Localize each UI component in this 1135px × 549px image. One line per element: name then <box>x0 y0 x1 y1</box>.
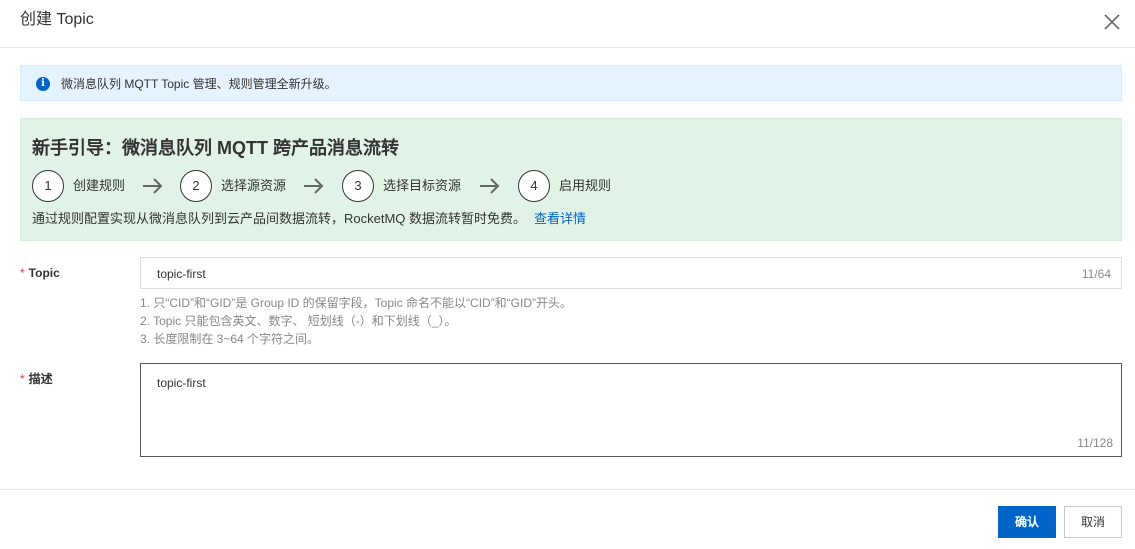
dialog-footer: 确认 取消 <box>0 489 1135 549</box>
confirm-button[interactable]: 确认 <box>998 506 1056 538</box>
required-mark: * <box>20 266 25 280</box>
guide-title: 新手引导：微消息队列 MQTT 跨产品消息流转 <box>32 138 399 158</box>
topic-hint: 1. 只“CID”和“GID”是 Group ID 的保留字段，Topic 命名… <box>140 296 573 310</box>
cancel-button[interactable]: 取消 <box>1064 506 1122 538</box>
description-label: * 描述 <box>20 371 53 387</box>
step-label: 创建规则 <box>73 178 126 193</box>
guide-description-text: 通过规则配置实现从微消息队列到云产品间数据流转，RocketMQ 数据流转暂时免… <box>32 211 527 226</box>
step-number: 4 <box>518 170 550 202</box>
info-banner-text: 微消息队列 MQTT Topic 管理、规则管理全新升级。 <box>61 77 337 91</box>
guide-description: 通过规则配置实现从微消息队列到云产品间数据流转，RocketMQ 数据流转暂时免… <box>32 210 586 228</box>
step-number: 3 <box>342 170 374 202</box>
description-label-text: 描述 <box>28 372 53 386</box>
topic-label-text: Topic <box>28 266 60 280</box>
step-number: 2 <box>180 170 212 202</box>
description-char-count: 11/128 <box>1077 436 1113 450</box>
info-banner: i 微消息队列 MQTT Topic 管理、规则管理全新升级。 <box>20 65 1122 101</box>
step-label: 选择源资源 <box>221 178 287 193</box>
topic-hints: 1. 只“CID”和“GID”是 Group ID 的保留字段，Topic 命名… <box>140 294 572 348</box>
description-textarea[interactable]: topic-first 11/128 <box>140 363 1122 457</box>
step-number: 1 <box>32 170 64 202</box>
topic-char-count: 11/64 <box>1081 267 1111 281</box>
topic-input-value: topic-first <box>157 267 206 281</box>
topic-hint: 2. Topic 只能包含英文、数字、 短划线（-）和下划线（_）。 <box>140 314 457 328</box>
close-button[interactable] <box>1101 11 1123 33</box>
step-label: 启用规则 <box>559 178 612 193</box>
dialog-title: 创建 Topic <box>20 11 94 28</box>
dialog-header: 创建 Topic <box>0 0 1135 48</box>
info-icon: i <box>36 77 50 91</box>
arrow-right-icon <box>480 178 500 194</box>
topic-input[interactable]: topic-first 11/64 <box>140 257 1122 289</box>
required-mark: * <box>20 372 25 386</box>
step-label: 选择目标资源 <box>383 178 462 193</box>
arrow-right-icon <box>143 178 163 194</box>
guide-panel: 新手引导：微消息队列 MQTT 跨产品消息流转 1 创建规则 2 选择源资源 3… <box>20 118 1122 241</box>
topic-label: * Topic <box>20 265 60 281</box>
topic-hint: 3. 长度限制在 3~64 个字符之间。 <box>140 332 320 346</box>
close-icon <box>1104 14 1120 30</box>
create-topic-dialog: 创建 Topic i 微消息队列 MQTT Topic 管理、规则管理全新升级。… <box>0 0 1135 549</box>
arrow-right-icon <box>304 178 324 194</box>
description-value: topic-first <box>157 376 206 390</box>
view-details-link[interactable]: 查看详情 <box>534 211 586 226</box>
